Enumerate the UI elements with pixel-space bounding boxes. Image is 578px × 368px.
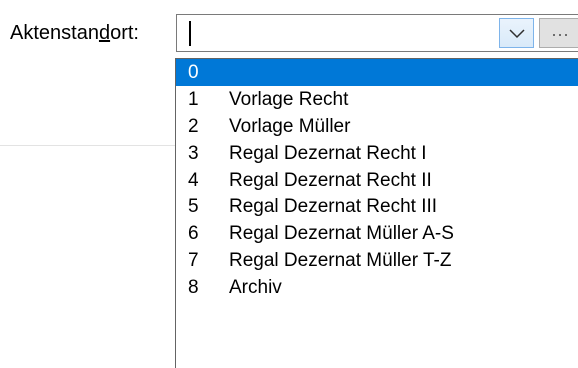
item-label: Regal Dezernat Recht III: [229, 196, 438, 218]
item-number: 3: [188, 142, 199, 164]
list-item[interactable]: 0: [176, 59, 578, 86]
item-label: Regal Dezernat Müller A-S: [229, 223, 454, 245]
dropdown-button[interactable]: [499, 18, 534, 48]
divider-line: [0, 145, 175, 146]
item-number: 2: [188, 115, 199, 137]
text-caret: [189, 21, 191, 46]
aktenstandort-input[interactable]: [177, 15, 505, 51]
item-number: 4: [188, 169, 199, 191]
item-label: Regal Dezernat Recht I: [229, 142, 427, 164]
list-item[interactable]: 8 Archiv: [176, 274, 578, 301]
item-number: 1: [188, 88, 199, 110]
label-part-before: Aktenstan: [10, 22, 99, 44]
aktenstandort-combobox[interactable]: ...: [176, 14, 578, 52]
item-number: 0: [188, 62, 199, 83]
label-mnemonic-letter: d: [98, 22, 111, 44]
list-item[interactable]: 5 Regal Dezernat Recht III: [176, 193, 578, 220]
item-label: Archiv: [229, 277, 282, 299]
aktenstandort-label: Aktenstandort:: [10, 21, 139, 45]
item-label: Regal Dezernat Recht II: [229, 169, 432, 191]
item-number: 5: [188, 196, 199, 218]
label-part-after: ort:: [110, 22, 139, 44]
item-number: 7: [188, 250, 199, 272]
item-number: 8: [188, 277, 199, 299]
list-item[interactable]: 6 Regal Dezernat Müller A-S: [176, 220, 578, 247]
browse-button[interactable]: ...: [539, 18, 578, 48]
item-label: Vorlage Müller: [229, 115, 351, 137]
list-item[interactable]: 2 Vorlage Müller: [176, 113, 578, 140]
list-item[interactable]: 1 Vorlage Recht: [176, 86, 578, 113]
list-item[interactable]: 7 Regal Dezernat Müller T-Z: [176, 247, 578, 274]
item-label: Regal Dezernat Müller T-Z: [229, 250, 452, 272]
item-label: Vorlage Recht: [229, 88, 349, 110]
dropdown-list[interactable]: 0 1 Vorlage Recht 2 Vorlage Müller 3 Reg…: [175, 58, 578, 368]
item-number: 6: [188, 223, 199, 245]
chevron-down-icon: [509, 29, 525, 39]
list-item[interactable]: 4 Regal Dezernat Recht II: [176, 167, 578, 194]
list-item[interactable]: 3 Regal Dezernat Recht I: [176, 140, 578, 167]
